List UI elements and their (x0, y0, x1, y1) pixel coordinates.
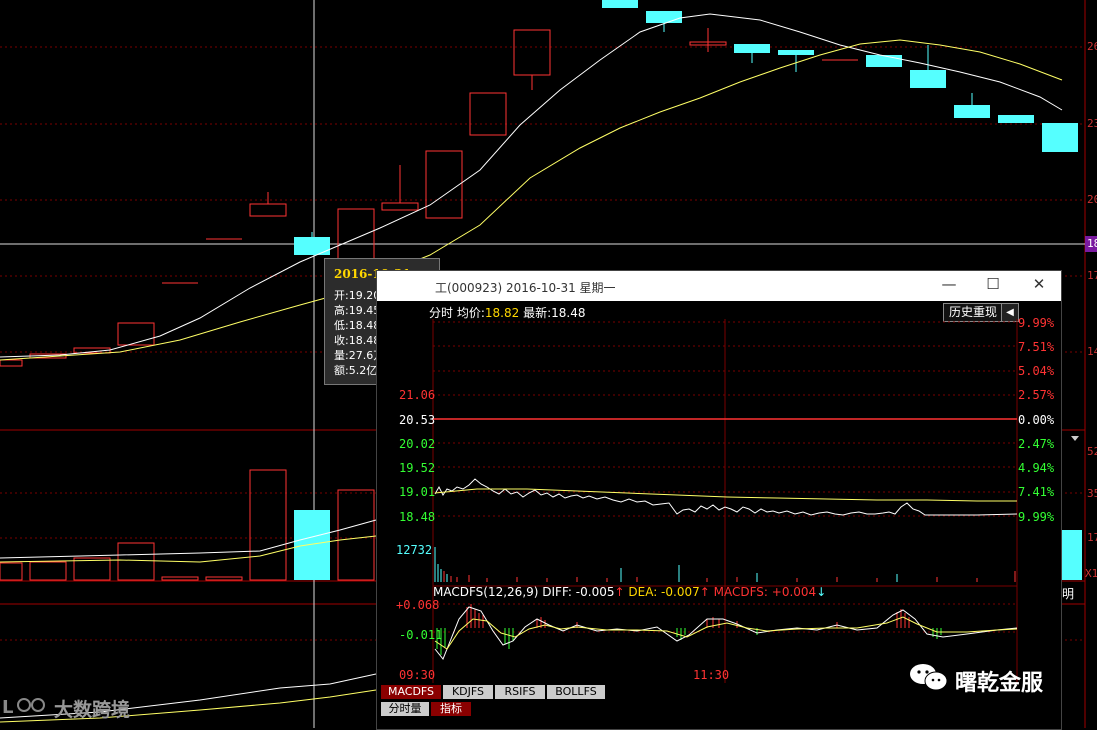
macd-mid-label: -0.011 (399, 628, 443, 642)
avg-label: 均价: (456, 306, 485, 320)
axis-volume-label: 35 (1087, 487, 1097, 500)
price-label: 19.01 (399, 485, 436, 499)
tab-kdjfs[interactable]: KDJFS (443, 685, 493, 699)
pct-label: 9.99% (1018, 316, 1055, 330)
axis-price-label: 17 (1087, 269, 1097, 282)
axis-volume-label: 52 (1087, 445, 1097, 458)
macd-name: MACDFS(12,26,9) (433, 585, 539, 599)
pct-label: 2.47% (1018, 437, 1055, 451)
macd-fs: MACDFS: +0.004 (713, 585, 817, 599)
price-label: 20.02 (399, 437, 436, 451)
brand-logo-icon: L (2, 697, 45, 718)
subtab-volume[interactable]: 分时量 (381, 702, 429, 716)
mode-label: 分时 (429, 306, 454, 320)
time-label: 11:30 (693, 668, 730, 682)
maximize-icon[interactable]: ☐ (983, 275, 1003, 295)
pct-label: 5.04% (1018, 364, 1055, 378)
macd-legend: MACDFS(12,26,9) DIFF: -0.005↑ DEA: -0.00… (433, 585, 827, 599)
watermark-left: 大数跨境 (54, 699, 131, 721)
macd-dea: DEA: -0.007 (628, 585, 700, 599)
pct-label: 0.00% (1018, 413, 1055, 427)
axis-price-label: 20 (1087, 193, 1097, 206)
pct-label: 2.57% (1018, 388, 1055, 402)
subtab-indicator[interactable]: 指标 (431, 702, 471, 716)
popup-titlebar[interactable]: 工(000923) 2016-10-31 星期一 — ☐ ✕ (377, 271, 1061, 301)
axis-volume-label: X1 (1085, 567, 1097, 580)
pct-label: 7.41% (1018, 485, 1055, 499)
popup-title: 工(000923) 2016-10-31 星期一 (435, 281, 616, 295)
price-label: 18.48 (399, 510, 436, 524)
axis-price-label: 23 (1087, 117, 1097, 130)
minimize-icon[interactable]: — (939, 275, 959, 295)
intraday-popup-window[interactable]: 工(000923) 2016-10-31 星期一 — ☐ ✕ 分时 均价:18.… (376, 270, 1062, 730)
avg-value: 18.82 (484, 306, 520, 320)
tab-bollfs[interactable]: BOLLFS (547, 685, 605, 699)
axis-volume-label: 17 (1087, 531, 1097, 544)
axis-price-label: 26 (1087, 40, 1097, 53)
axis-price-label: 14 (1087, 345, 1097, 358)
time-label: 09:30 (399, 668, 436, 682)
svg-text:L: L (2, 697, 13, 718)
last-label: 最新: (523, 306, 552, 320)
watermark-right: 曙乾金服 (955, 671, 1044, 696)
price-label: 21.06 (399, 388, 436, 402)
close-icon[interactable]: ✕ (1029, 275, 1049, 295)
volume-max-label: 12732 (396, 543, 433, 557)
last-value: 18.48 (551, 306, 586, 320)
price-label: 19.52 (399, 461, 436, 475)
price-label: 20.53 (399, 413, 436, 427)
pct-label: 4.94% (1018, 461, 1055, 475)
wechat-icon (910, 664, 948, 691)
pct-label: 9.99% (1018, 510, 1055, 524)
tab-macdfs[interactable]: MACDFS (381, 685, 441, 699)
axis-extra-label: 明 (1062, 587, 1075, 601)
axis-price-label-current: 18 (1087, 237, 1097, 250)
tab-rsifs[interactable]: RSIFS (495, 685, 545, 699)
macd-diff: DIFF: -0.005 (542, 585, 615, 599)
macd-top-label: +0.068 (396, 598, 440, 612)
pct-label: 7.51% (1018, 340, 1055, 354)
